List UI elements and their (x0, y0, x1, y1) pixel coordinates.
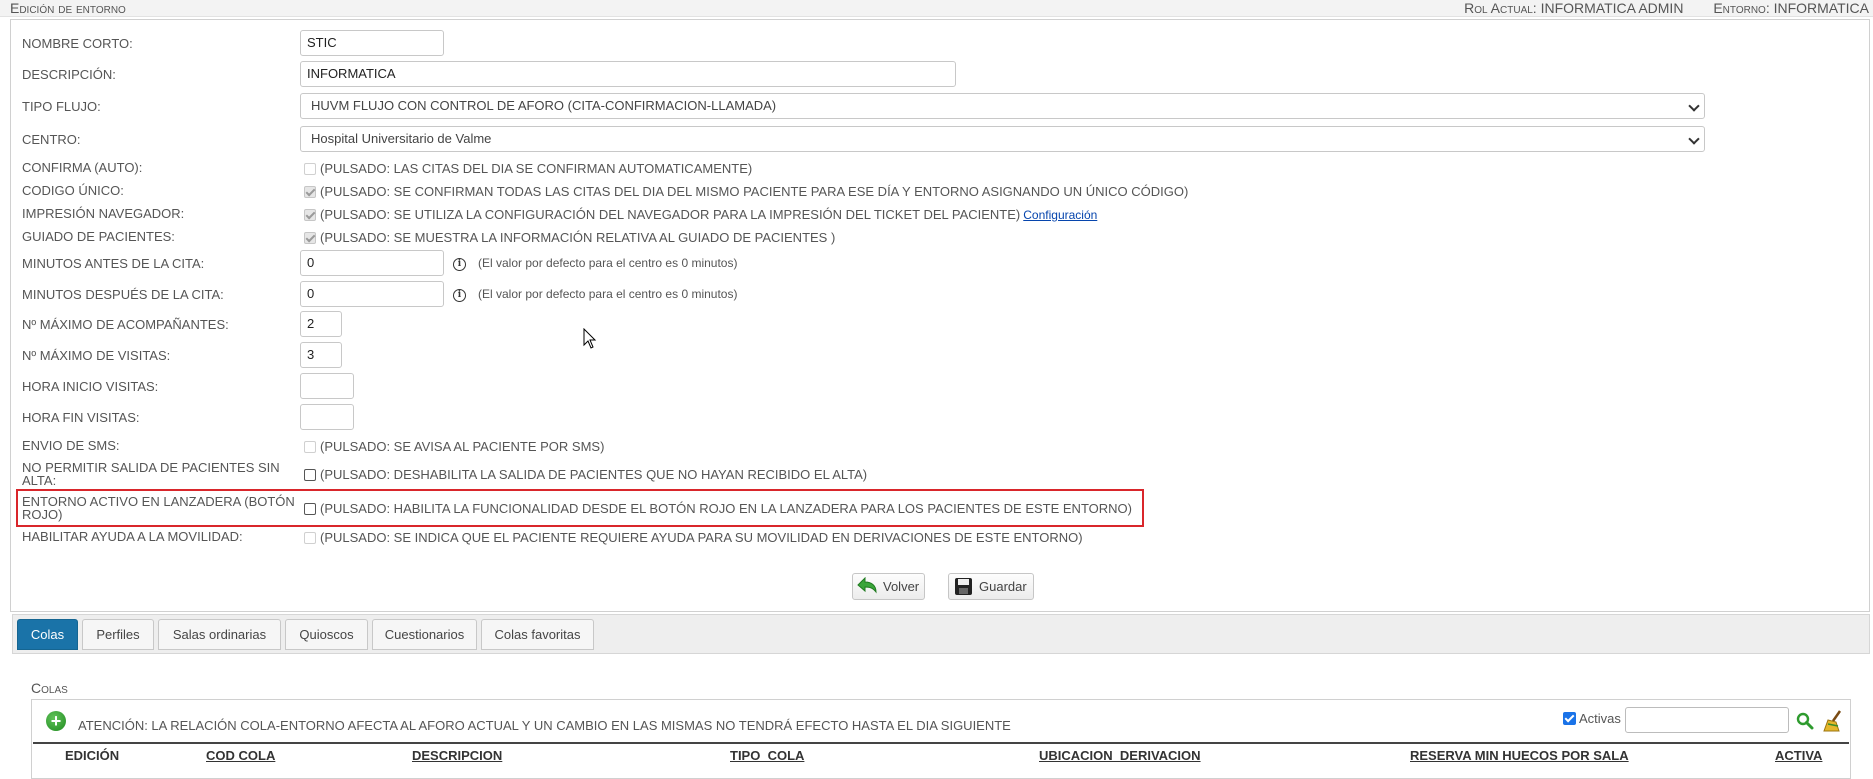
codigo-unico-row: (PULSADO: SE CONFIRMAN TODAS LAS CITAS D… (304, 185, 1188, 199)
col-descripcion[interactable]: DESCRIPCION (412, 748, 502, 763)
rol-actual: Rol Actual: INFORMATICA ADMIN (1464, 0, 1684, 16)
tab-colas[interactable]: Colas (17, 619, 78, 650)
col-tipo-cola[interactable]: TIPO_COLA (730, 748, 804, 763)
label-no-salida: No permitir salida de pacientes sin alta… (22, 460, 280, 488)
label-centro: Centro: (22, 132, 81, 147)
guardar-button[interactable]: Guardar (948, 573, 1034, 600)
label-minutos-despues: Minutos después de la cita: (22, 287, 224, 302)
label-confirma-auto: Confirma (Auto): (22, 160, 143, 175)
label-codigo-unico: Codigo único: (22, 183, 124, 198)
tab-cuestionarios[interactable]: Cuestionarios (372, 619, 477, 650)
minutos-antes-hint: (El valor por defecto para el centro es … (478, 256, 738, 270)
max-visitas-input[interactable]: 3 (300, 342, 342, 368)
hora-inicio-input[interactable] (300, 373, 354, 399)
floppy-disk-icon (955, 578, 972, 595)
tab-perfiles[interactable]: Perfiles (82, 619, 154, 650)
label-guiado-pacientes: Guiado de pacientes: (22, 229, 175, 244)
tipo-flujo-select[interactable]: HUVM FLUJO CON CONTROL DE AFORO (CITA-CO… (300, 93, 1705, 119)
colas-notice: Atención: La relación cola-entorno afect… (78, 718, 1011, 733)
col-ubicacion-derivacion[interactable]: UBICACION_DERIVACION (1039, 748, 1201, 763)
chevron-down-icon (1688, 100, 1700, 112)
chevron-down-icon (1688, 133, 1700, 145)
search-icon[interactable] (1796, 712, 1814, 730)
minutos-despues-hint: (El valor por defecto para el centro es … (478, 287, 738, 301)
centro-select[interactable]: Hospital Universitario de Valme (300, 126, 1705, 152)
guiado-pacientes-text: (PULSADO: SE MUESTRA LA INFORMACIÓN RELA… (320, 230, 836, 245)
configuracion-link[interactable]: Configuración (1023, 208, 1097, 222)
confirma-auto-row: (PULSADO: LAS CITAS DEL DIA SE CONFIRMAN… (304, 162, 752, 176)
envio-sms-text: (PULSADO: SE AVISA AL PACIENTE POR SMS) (320, 439, 605, 454)
no-salida-text: (PULSADO: DESHABILITA LA SALIDA DE PACIE… (320, 467, 868, 482)
tab-colas-favoritas[interactable]: Colas favoritas (481, 619, 594, 650)
label-movilidad: Habilitar ayuda a la movilidad: (22, 529, 243, 544)
lanzadera-row: (PULSADO: HABILITA LA FUNCIONALIDAD DESD… (304, 502, 1132, 516)
guardar-label: Guardar (979, 579, 1027, 594)
entorno-actual: Entorno: INFORMATICA (1713, 0, 1869, 16)
hora-fin-input[interactable] (300, 404, 354, 430)
colas-section-title: Colas (31, 680, 68, 696)
envio-sms-row: (PULSADO: SE AVISA AL PACIENTE POR SMS) (304, 440, 604, 454)
impresion-navegador-checkbox[interactable] (304, 209, 316, 221)
envio-sms-checkbox[interactable] (304, 441, 316, 453)
volver-label: Volver (883, 579, 920, 594)
add-icon[interactable]: + (46, 711, 66, 731)
user-info: Rol Actual: INFORMATICA ADMIN Entorno: I… (1464, 0, 1869, 16)
movilidad-row: (PULSADO: SE INDICA QUE EL PACIENTE REQU… (304, 531, 1083, 545)
no-salida-checkbox[interactable] (304, 469, 316, 481)
activas-checkbox[interactable] (1563, 712, 1576, 725)
impresion-navegador-text: (PULSADO: SE UTILIZA LA CONFIGURACIÓN DE… (320, 207, 1021, 222)
label-envio-sms: Envio de SMS: (22, 438, 120, 453)
label-impresion-navegador: Impresión navegador: (22, 206, 185, 221)
descripcion-input[interactable]: INFORMATICA (300, 61, 956, 87)
col-edicion: EDICIÓN (65, 748, 120, 763)
back-arrow-icon (857, 577, 877, 594)
colas-table-header: EDICIÓN COD COLA DESCRIPCION TIPO_COLA U… (33, 742, 1849, 769)
impresion-navegador-row: (PULSADO: SE UTILIZA LA CONFIGURACIÓN DE… (304, 208, 1097, 222)
title-bar: Edición de entorno Rol Actual: INFORMATI… (0, 0, 1873, 17)
label-hora-inicio: Hora inicio visitas: (22, 379, 159, 394)
guiado-pacientes-row: (PULSADO: SE MUESTRA LA INFORMACIÓN RELA… (304, 231, 835, 245)
mouse-cursor-icon (583, 328, 597, 349)
codigo-unico-checkbox[interactable] (304, 186, 316, 198)
label-max-visitas: Nº máximo de visitas: (22, 348, 171, 363)
guiado-pacientes-checkbox[interactable] (304, 232, 316, 244)
label-descripcion: Descripción: (22, 67, 116, 82)
codigo-unico-text: (PULSADO: SE CONFIRMAN TODAS LAS CITAS D… (320, 184, 1189, 199)
no-salida-row: (PULSADO: DESHABILITA LA SALIDA DE PACIE… (304, 468, 867, 482)
label-nombre-corto: Nombre corto: (22, 36, 133, 51)
lanzadera-text: (PULSADO: HABILITA LA FUNCIONALIDAD DESD… (320, 501, 1132, 516)
col-activa[interactable]: ACTIVA (1775, 748, 1822, 763)
nombre-corto-input[interactable]: STIC (300, 30, 444, 56)
activas-filter[interactable]: Activas (1563, 711, 1621, 726)
activas-label: Activas (1579, 711, 1621, 726)
lanzadera-checkbox[interactable] (304, 503, 316, 515)
tab-salas-ordinarias[interactable]: Salas ordinarias (158, 619, 281, 650)
confirma-auto-text: (PULSADO: LAS CITAS DEL DIA SE CONFIRMAN… (320, 161, 753, 176)
info-icon: i (453, 289, 466, 302)
confirma-auto-checkbox[interactable] (304, 163, 316, 175)
minutos-antes-input[interactable]: 0 (300, 250, 444, 276)
max-acompanantes-input[interactable]: 2 (300, 311, 342, 337)
minutos-despues-input[interactable]: 0 (300, 281, 444, 307)
label-hora-fin: Hora fin visitas: (22, 410, 140, 425)
colas-search-input[interactable] (1625, 707, 1789, 733)
centro-value: Hospital Universitario de Valme (311, 131, 492, 146)
info-icon: i (453, 258, 466, 271)
tabs-bar: Colas Perfiles Salas ordinarias Quioscos… (12, 614, 1870, 654)
broom-icon[interactable] (1822, 710, 1844, 732)
label-max-acompanantes: Nº máximo de acompañantes: (22, 317, 229, 332)
movilidad-text: (PULSADO: SE INDICA QUE EL PACIENTE REQU… (320, 530, 1083, 545)
tipo-flujo-value: HUVM FLUJO CON CONTROL DE AFORO (CITA-CO… (311, 98, 777, 113)
col-reserva-min-huecos[interactable]: RESERVA MIN HUECOS POR SALA (1410, 748, 1629, 763)
label-tipo-flujo: Tipo flujo: (22, 99, 101, 114)
label-lanzadera: Entorno activo en lanzadera (botón rojo) (22, 494, 295, 522)
page-title: Edición de entorno (10, 0, 126, 16)
movilidad-checkbox[interactable] (304, 532, 316, 544)
col-cod-cola[interactable]: COD COLA (206, 748, 275, 763)
tab-quioscos[interactable]: Quioscos (285, 619, 368, 650)
label-minutos-antes: Minutos antes de la cita: (22, 256, 205, 271)
volver-button[interactable]: Volver (852, 573, 925, 600)
